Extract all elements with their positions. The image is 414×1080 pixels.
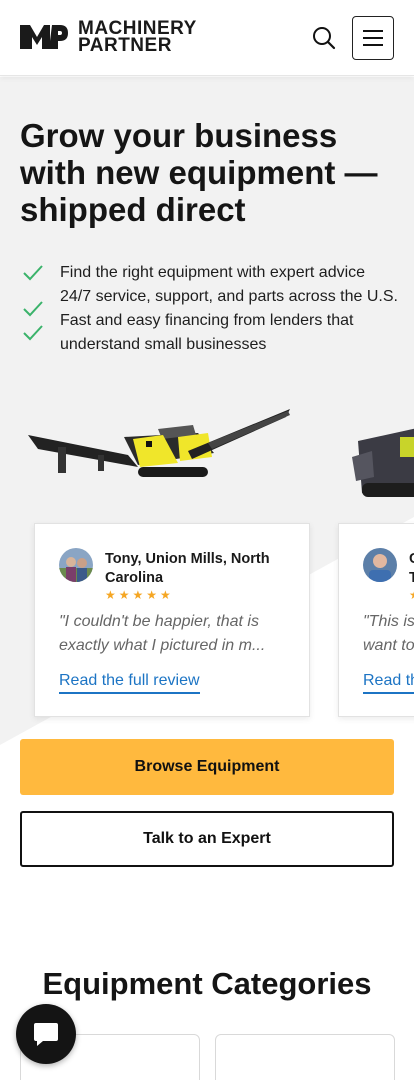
review-quote: "This is want to	[363, 610, 414, 658]
benefit-text: Fast and easy financing from lenders tha…	[60, 312, 354, 353]
reviewer-avatar	[59, 548, 93, 582]
review-card: C T ★ "This is want to Read th	[338, 523, 414, 717]
menu-button[interactable]	[352, 16, 394, 60]
rating-stars: ★★★★★	[105, 588, 174, 602]
reviewer-name: C T	[409, 550, 414, 588]
category-card[interactable]	[215, 1034, 395, 1080]
browse-equipment-button[interactable]: Browse Equipment	[20, 739, 394, 795]
reviewer-name: Tony, Union Mills, North Carolina	[105, 551, 270, 586]
crusher-machine-image	[352, 428, 414, 497]
site-header: MACHINERY PARTNER	[0, 0, 414, 76]
equipment-categories-title: Equipment Categories	[42, 966, 372, 1001]
search-button[interactable]	[308, 22, 340, 54]
hero-title: Grow your business with new equipment — …	[20, 117, 378, 228]
logo-wordmark: MACHINERY PARTNER	[78, 19, 197, 56]
mobile-screener-machine-image	[28, 409, 290, 477]
hamburger-menu-icon	[363, 30, 383, 32]
reviewer-name-line: C	[409, 550, 414, 569]
benefit-text: 24/7 service, support, and parts across …	[60, 288, 398, 305]
logo-line-2: PARTNER	[78, 35, 172, 56]
review-card: Tony, Union Mills, North Carolina ★★★★★ …	[34, 523, 310, 717]
rating-stars: ★	[409, 588, 414, 602]
machinery-partner-logo[interactable]: MACHINERY PARTNER	[20, 19, 197, 56]
reviewer-avatar	[363, 548, 397, 582]
check-icon	[23, 325, 43, 341]
review-quote-line: "This is	[363, 613, 414, 630]
benefit-text: Find the right equipment with expert adv…	[60, 264, 366, 281]
benefit-item: 24/7 service, support, and parts across …	[20, 285, 400, 317]
reviewer-photo	[59, 548, 93, 582]
review-quote-line: exactly what I pictured in m...	[59, 637, 266, 654]
reviewer-photo	[363, 548, 397, 582]
talk-to-expert-button[interactable]: Talk to an Expert	[20, 811, 394, 867]
read-full-review-link[interactable]: Read th	[363, 670, 414, 694]
hamburger-menu-icon-bar	[363, 37, 383, 39]
benefits-list: Find the right equipment with expert adv…	[20, 261, 400, 357]
reviewer-name-line: T	[409, 570, 414, 586]
review-quote-line: want to	[363, 637, 414, 654]
search-icon	[313, 27, 336, 50]
benefit-item: Find the right equipment with expert adv…	[20, 261, 400, 285]
read-full-review-link[interactable]: Read the full review	[59, 670, 200, 694]
hero-section: Grow your business with new equipment — …	[0, 77, 414, 777]
check-icon	[23, 265, 43, 281]
review-quote-line: "I couldn't be happier, that is	[59, 613, 259, 630]
mp-logo-mark-icon	[20, 25, 68, 49]
chat-bubble-icon	[34, 1023, 58, 1046]
review-quote: "I couldn't be happier, that is exactly …	[59, 610, 289, 658]
hamburger-menu-icon-bar	[363, 44, 383, 46]
chat-button[interactable]	[16, 1004, 76, 1064]
benefit-item: Fast and easy financing from lenders tha…	[20, 309, 400, 357]
